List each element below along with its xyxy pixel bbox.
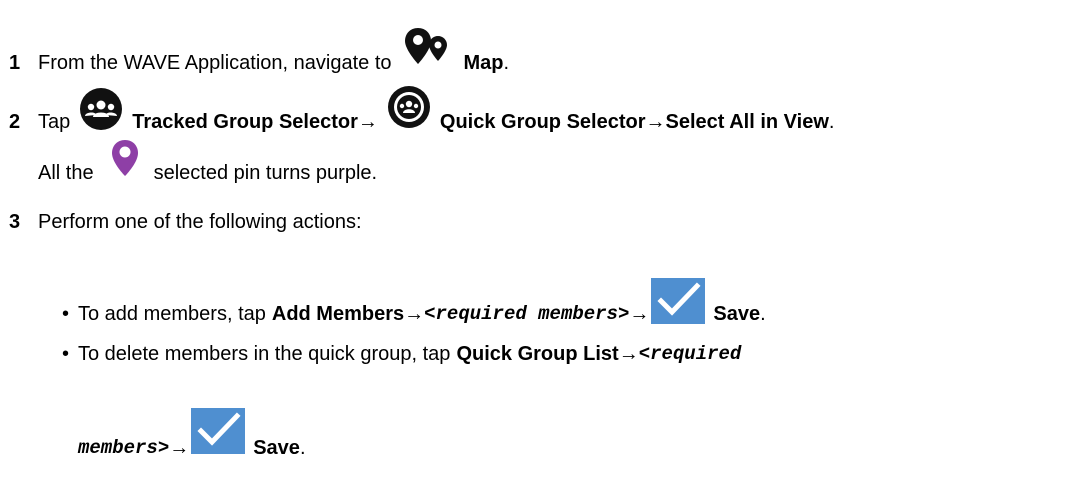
procedure-document: 1 From the WAVE Application, navigate to… [0,0,1086,482]
step-3: 3 Perform one of the following actions: [9,210,362,234]
bullet-text: To add members, tap [78,303,266,325]
step-2-note: All the selected pin turns purple. [38,140,378,196]
arrow: → [618,343,639,365]
bullet-item-delete-members-continued: members> → Save . [78,408,306,474]
bullet: • [62,303,70,325]
required-members-placeholder: <required [638,343,742,365]
save-label: Save [253,437,300,459]
step-text: From the WAVE Application, navigate to [38,52,392,74]
required-members-placeholder-end: members> [78,437,170,459]
arrow: → [169,437,190,459]
quick-group-list-label: Quick Group List [456,343,619,365]
step-number: 3 [9,211,21,233]
period: . [760,303,766,325]
quick-group-selector-label: Quick Group Selector [439,111,646,133]
step-text: Perform one of the following actions: [38,211,362,233]
add-members-label: Add Members [271,303,405,325]
step-number: 2 [9,111,21,133]
checkmark-icon [191,408,246,460]
quick-group-selector-icon [386,84,432,136]
save-label: Save [713,303,761,325]
tracked-group-selector-icon [78,86,124,138]
bullet-item-add-members: • To add members, tap Add Members → <req… [0,278,766,340]
select-all-in-view-label: Select All in View [665,111,829,133]
arrow: → [629,303,650,325]
checkmark-icon [651,278,706,330]
bullet: • [62,343,70,365]
arrow: → [357,111,378,133]
arrow: → [645,111,666,133]
note-text-end: selected pin turns purple. [153,162,378,184]
step-number: 1 [9,52,21,74]
period: . [503,52,510,74]
bullet-item-delete-members: • To delete members in the quick group, … [0,342,741,366]
note-text: All the [38,162,94,184]
purple-pin-icon [110,138,140,184]
map-nav-icon [400,24,456,74]
bullet-text: To delete members in the quick group, ta… [78,343,451,365]
required-members-placeholder: <required members> [424,303,630,325]
arrow: → [404,303,425,325]
step-text: Tap [38,111,71,133]
map-label: Map [463,52,504,74]
period: . [828,111,835,133]
tracked-group-selector-label: Tracked Group Selector [132,111,358,133]
step-1: 1 From the WAVE Application, navigate to… [9,28,510,88]
period: . [299,437,306,459]
